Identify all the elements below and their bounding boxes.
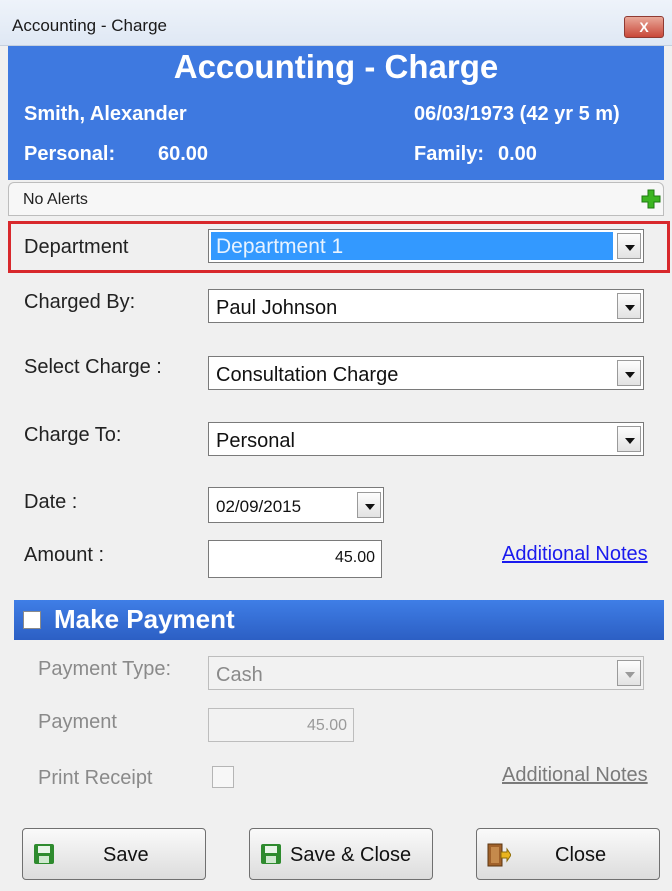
save-icon [34, 844, 54, 864]
charged-by-value: Paul Johnson [216, 297, 338, 319]
window-titlebar: Accounting - Charge X [0, 0, 672, 46]
charge-to-value: Personal [216, 430, 295, 452]
page-title: Accounting - Charge [173, 48, 499, 85]
patient-name: Smith, Alexander [24, 103, 187, 125]
amount-label: Amount : [24, 544, 105, 566]
make-payment-bar: Make Payment [14, 600, 664, 640]
select-charge-dropdown[interactable]: Consultation Charge [208, 356, 644, 390]
close-window-button[interactable]: X [624, 16, 664, 38]
charged-by-label: Charged By: [24, 291, 136, 313]
save-icon [261, 844, 281, 864]
department-dropdown[interactable]: Department 1 [208, 229, 644, 263]
close-button-label: Close [555, 844, 607, 866]
patient-dob: 06/03/1973 (42 yr 5 m) [414, 103, 620, 125]
family-balance-value: 0.00 [498, 143, 537, 165]
window-title: Accounting - Charge [12, 16, 167, 35]
chevron-down-icon[interactable] [617, 293, 641, 319]
select-charge-value: Consultation Charge [216, 364, 399, 386]
payment-additional-notes-link[interactable]: Additional Notes [502, 764, 648, 787]
chevron-down-icon[interactable] [617, 233, 641, 259]
date-value: 02/09/2015 [216, 497, 302, 516]
amount-input[interactable]: 45.00 [208, 540, 382, 578]
make-payment-checkbox[interactable] [23, 611, 41, 629]
chevron-down-icon[interactable] [617, 360, 641, 386]
calendar-dropdown-icon[interactable] [357, 492, 381, 518]
save-close-button[interactable]: Save & Close [249, 828, 433, 880]
personal-balance-label: Personal: [24, 143, 116, 165]
save-button-label: Save [103, 844, 149, 866]
select-charge-label: Select Charge : [24, 356, 162, 378]
charge-to-label: Charge To: [24, 424, 122, 446]
alerts-bar: No Alerts [8, 182, 664, 216]
close-button[interactable]: Close [476, 828, 660, 880]
payment-label: Payment [38, 711, 117, 733]
additional-notes-link[interactable]: Additional Notes [502, 543, 648, 566]
door-exit-icon [487, 843, 511, 867]
chevron-down-icon[interactable] [617, 660, 641, 686]
close-icon: X [639, 19, 649, 35]
family-balance-label: Family: [414, 143, 485, 165]
print-receipt-checkbox[interactable] [212, 766, 234, 788]
charge-to-dropdown[interactable]: Personal [208, 422, 644, 456]
date-picker[interactable]: 02/09/2015 [208, 487, 384, 523]
payment-type-dropdown[interactable]: Cash [208, 656, 644, 690]
department-value: Department 1 [211, 232, 613, 260]
chevron-down-icon[interactable] [617, 426, 641, 452]
save-close-button-label: Save & Close [290, 844, 412, 866]
print-receipt-label: Print Receipt [38, 767, 153, 789]
department-label: Department [24, 236, 129, 258]
payment-type-value: Cash [216, 664, 263, 686]
patient-header: Accounting - Charge Smith, Alexander 06/… [8, 46, 664, 180]
make-payment-title: Make Payment [54, 604, 235, 634]
save-button[interactable]: Save [22, 828, 206, 880]
alerts-text: No Alerts [23, 191, 88, 208]
date-label: Date : [24, 491, 78, 513]
personal-balance-value: 60.00 [158, 143, 209, 165]
charged-by-dropdown[interactable]: Paul Johnson [208, 289, 644, 323]
plus-icon[interactable] [641, 189, 661, 209]
payment-input[interactable]: 45.00 [208, 708, 354, 742]
payment-type-label: Payment Type: [38, 658, 172, 680]
